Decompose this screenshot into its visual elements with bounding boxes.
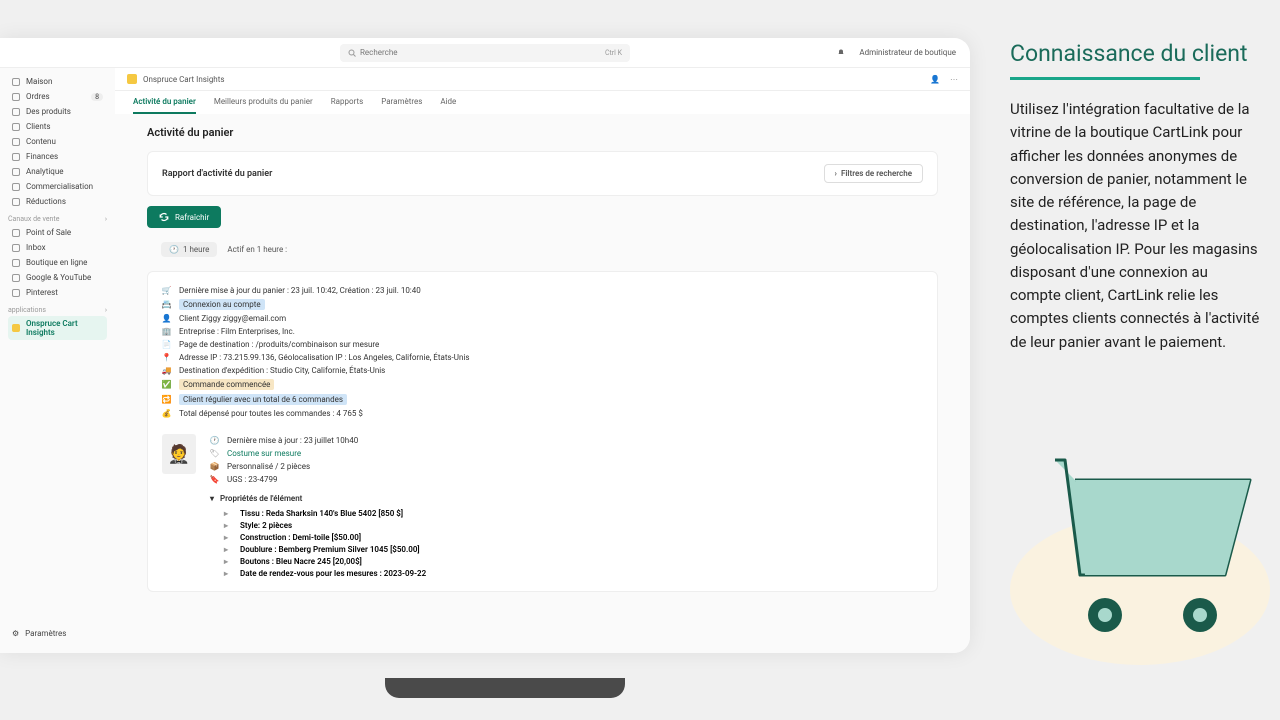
product-thumbnail: 🤵 — [162, 434, 196, 474]
sidebar-item[interactable]: Clients — [8, 119, 107, 134]
time-badge: 🕐1 heure — [161, 242, 217, 257]
clock-icon: 🕐 — [169, 245, 179, 254]
info-text: Utilisez l'intégration facultative de la… — [1010, 98, 1260, 354]
search-placeholder: Recherche — [360, 48, 397, 57]
search-kbd: Ctrl K — [605, 49, 622, 57]
sidebar-channel[interactable]: Pinterest — [8, 285, 107, 300]
user-icon[interactable]: 👤 — [930, 75, 940, 84]
time-text: Actif en 1 heure : — [227, 245, 287, 254]
search-icon — [348, 49, 356, 57]
property-row: ▸Construction : Demi-toile [$50.00] — [210, 531, 923, 543]
detail-row: 📇Connexion au compte — [162, 297, 923, 312]
detail-row: ✅Commande commencée — [162, 377, 923, 392]
chevron-right-icon: › — [105, 215, 107, 223]
sidebar-item[interactable]: Des produits — [8, 104, 107, 119]
sidebar: MaisonOrdres8Des produitsClientsContenuF… — [0, 68, 115, 653]
product-meta-row: 🏷Costume sur mesure — [210, 447, 923, 460]
sidebar-channel[interactable]: Inbox — [8, 240, 107, 255]
tab[interactable]: Paramètres — [381, 91, 422, 114]
tab[interactable]: Aide — [440, 91, 456, 114]
sidebar-item[interactable]: Commercialisation — [8, 179, 107, 194]
property-row: ▸Tissu : Reda Sharksin 140's Blue 5402 [… — [210, 507, 923, 519]
tab[interactable]: Meilleurs produits du panier — [214, 91, 313, 114]
shelf-decoration — [385, 678, 625, 698]
refresh-button[interactable]: Rafraîchir — [147, 206, 221, 228]
admin-label[interactable]: Administrateur de boutique — [859, 48, 956, 57]
detail-row: 🚚Destination d'expédition : Studio City,… — [162, 364, 923, 377]
sidebar-item[interactable]: Contenu — [8, 134, 107, 149]
bell-icon[interactable] — [837, 49, 845, 57]
tab[interactable]: Rapports — [331, 91, 363, 114]
sidebar-item[interactable]: Réductions — [8, 194, 107, 209]
sidebar-channel[interactable]: Point of Sale — [8, 225, 107, 240]
app-icon — [127, 74, 137, 84]
property-row: ▸Date de rendez-vous pour les mesures : … — [210, 567, 923, 579]
detail-row: 📍Adresse IP : 73.215.99.136, Géolocalisa… — [162, 351, 923, 364]
sidebar-channel[interactable]: Boutique en ligne — [8, 255, 107, 270]
detail-row: 🏢Entreprise : Film Enterprises, Inc. — [162, 325, 923, 338]
product-meta-row: 🕐Dernière mise à jour : 23 juillet 10h40 — [210, 434, 923, 447]
page-title: Activité du panier — [147, 126, 938, 139]
detail-row: 👤Client Ziggy ziggy@email.com — [162, 312, 923, 325]
report-title: Rapport d'activité du panier — [162, 169, 272, 179]
app-frame: Recherche Ctrl K Administrateur de bouti… — [0, 38, 970, 653]
sidebar-channel[interactable]: Google & YouTube — [8, 270, 107, 285]
search-input[interactable]: Recherche Ctrl K — [340, 44, 630, 62]
property-row: ▸Doublure : Bemberg Premium Silver 1045 … — [210, 543, 923, 555]
property-row: ▸Boutons : Bleu Nacre 245 [20,00$] — [210, 555, 923, 567]
info-title: Connaissance du client — [1010, 40, 1260, 67]
product-meta-row: 📦Personnalisé / 2 pièces — [210, 460, 923, 473]
detail-row: 🛒Dernière mise à jour du panier : 23 jui… — [162, 284, 923, 297]
sidebar-app[interactable]: Onspruce Cart Insights — [8, 316, 107, 340]
topbar: Recherche Ctrl K Administrateur de bouti… — [0, 38, 970, 68]
filters-button[interactable]: ›Filtres de recherche — [824, 164, 923, 183]
detail-row: 💰Total dépensé pour toutes les commandes… — [162, 407, 923, 420]
sidebar-item[interactable]: Maison — [8, 74, 107, 89]
property-row: ▸Style: 2 pièces — [210, 519, 923, 531]
detail-row: 🔁Client régulier avec un total de 6 comm… — [162, 392, 923, 407]
chevron-right-icon: › — [105, 306, 107, 314]
refresh-icon — [159, 212, 169, 222]
apps-heading: applications — [8, 306, 46, 314]
props-heading: Propriétés de l'élément — [220, 494, 302, 503]
sidebar-item[interactable]: Analytique — [8, 164, 107, 179]
tabs: Activité du panier Meilleurs produits du … — [115, 91, 970, 114]
chevron-right-icon: › — [835, 169, 837, 178]
detail-row: 📄Page de destination : /produits/combina… — [162, 338, 923, 351]
product-meta-row: 🔖UGS : 23-4799 — [210, 473, 923, 486]
cart-illustration — [1005, 420, 1275, 670]
app-name: Onspruce Cart Insights — [143, 75, 224, 84]
info-panel: Connaissance du client Utilisez l'intégr… — [1010, 40, 1260, 354]
sidebar-item[interactable]: Finances — [8, 149, 107, 164]
sidebar-item[interactable]: Ordres8 — [8, 89, 107, 104]
chevron-down-icon: ▾ — [210, 494, 214, 503]
settings-link[interactable]: ⚙Paramètres — [8, 626, 107, 641]
tab[interactable]: Activité du panier — [133, 91, 196, 114]
info-divider — [1010, 77, 1200, 80]
main-panel: Onspruce Cart Insights 👤 ⋯ Activité du pa… — [115, 68, 970, 653]
more-icon[interactable]: ⋯ — [950, 75, 958, 84]
channels-heading: Canaux de vente — [8, 215, 59, 223]
